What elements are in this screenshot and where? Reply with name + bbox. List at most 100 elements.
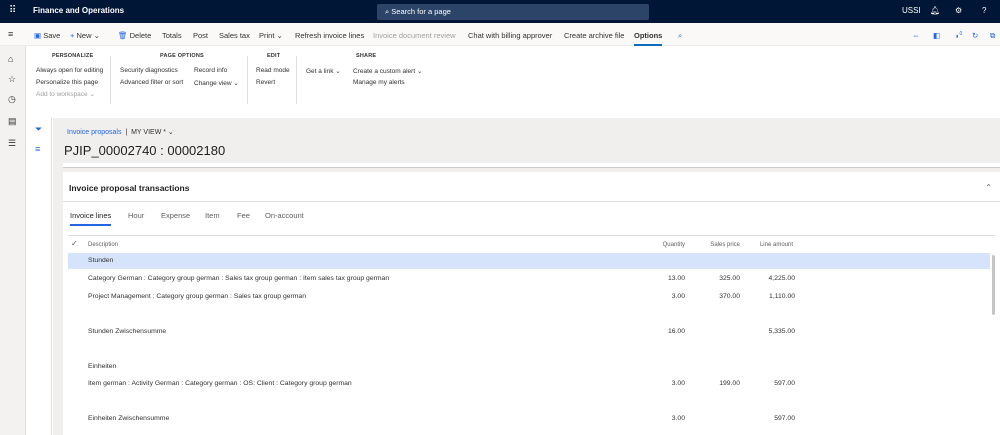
cell-description: Project Management : Category group germ… xyxy=(88,293,306,300)
table-row[interactable]: Category German : Category group german … xyxy=(68,271,990,287)
manage-my-alerts[interactable]: Manage my alerts xyxy=(353,79,405,86)
change-view-label: Change view xyxy=(194,80,232,87)
save-button[interactable]: ▣ Save xyxy=(34,31,60,40)
tab-options[interactable]: Options xyxy=(634,31,663,46)
action-pane: ≡ ▣ Save + New ⌄ 🗑︎ Delete Totals Post S… xyxy=(0,23,1000,46)
star-icon[interactable]: ☆ xyxy=(8,74,16,85)
gear-icon[interactable]: ⚙ xyxy=(955,6,962,15)
record-info[interactable]: Record info xyxy=(194,67,227,74)
table-row[interactable]: Item german : Activity German : Category… xyxy=(68,376,990,392)
advanced-filter-sort[interactable]: Advanced filter or sort xyxy=(120,79,183,86)
cell-quantity: 3.00 xyxy=(671,415,685,422)
invoice-document-review-button[interactable]: Invoice document review xyxy=(373,31,456,40)
post-button[interactable]: Post xyxy=(193,31,208,40)
revert[interactable]: Revert xyxy=(256,79,275,86)
tab-fee[interactable]: Fee xyxy=(237,211,250,220)
page-title: PJIP_00002740 : 00002180 xyxy=(64,143,226,158)
page-rail: ⏷ ≡ xyxy=(26,118,52,435)
vertical-scrollbar[interactable] xyxy=(992,255,995,315)
get-a-link[interactable]: Get a link ⌄ xyxy=(306,67,341,75)
breadcrumb-invoice-proposals[interactable]: Invoice proposals xyxy=(67,129,121,136)
totals-button[interactable]: Totals xyxy=(162,31,182,40)
company-picker[interactable]: USSI xyxy=(902,6,921,15)
table-row[interactable]: Stunden Zwischensumme 16.00 5,335.00 xyxy=(68,324,990,340)
search-input[interactable]: ⌕ Search for a page xyxy=(377,4,649,20)
divider xyxy=(296,56,297,104)
refresh-invoice-lines-button[interactable]: Refresh invoice lines xyxy=(295,31,364,40)
workspace-icon[interactable]: ▤ xyxy=(8,116,17,127)
save-icon: ▣ xyxy=(34,31,42,40)
new-button[interactable]: + New ⌄ xyxy=(70,31,100,40)
table-row[interactable]: Einheiten xyxy=(68,359,990,375)
cell-description: Category German : Category group german … xyxy=(88,275,390,282)
cell-quantity: 3.00 xyxy=(671,293,685,300)
divider xyxy=(247,56,248,104)
table-row[interactable]: Einheiten Zwischensumme 3.00 597.00 xyxy=(68,411,990,427)
cell-amount: 5,335.00 xyxy=(768,328,795,335)
column-header-description[interactable]: Description xyxy=(88,242,118,248)
bell-icon[interactable]: 🔔︎ xyxy=(930,6,940,15)
view-label: MY VIEW * xyxy=(131,129,166,136)
list-icon[interactable]: ≡ xyxy=(35,144,40,154)
print-button[interactable]: Print ⌄ xyxy=(259,31,283,40)
delete-button[interactable]: 🗑︎ Delete xyxy=(118,31,151,40)
always-open-editing[interactable]: Always open for editing xyxy=(36,67,103,74)
home-icon[interactable]: ⌂ xyxy=(8,54,13,64)
security-diagnostics[interactable]: Security diagnostics xyxy=(120,67,178,74)
column-header-quantity[interactable]: Quantity xyxy=(628,242,685,248)
tab-on-account[interactable]: On-account xyxy=(265,211,304,220)
app-launcher-icon[interactable]: ⠿ xyxy=(9,5,16,16)
chat-billing-approver-button[interactable]: Chat with billing approver xyxy=(468,31,552,40)
tab-invoice-lines[interactable]: Invoice lines xyxy=(70,211,112,226)
search-placeholder: Search for a page xyxy=(391,7,451,16)
tab-item[interactable]: Item xyxy=(205,211,220,220)
table-row[interactable]: Project Management : Category group germ… xyxy=(68,289,990,305)
messages-icon[interactable]: ◗0 xyxy=(955,31,962,41)
link-icon[interactable]: ⇔ xyxy=(912,31,920,40)
nav-rail: ⌂ ☆ ◷ ▤ ☰ xyxy=(0,46,26,435)
create-archive-file-button[interactable]: Create archive file xyxy=(564,31,624,40)
cell-description: Einheiten Zwischensumme xyxy=(88,415,170,422)
add-to-workspace-label: Add to workspace xyxy=(36,91,88,98)
open-new-window-icon[interactable]: ⧉ xyxy=(990,31,995,41)
add-to-workspace[interactable]: Add to workspace ⌄ xyxy=(36,90,95,98)
delete-label: Delete xyxy=(129,31,152,40)
header-strip xyxy=(63,163,1000,168)
help-icon[interactable]: ? xyxy=(982,6,986,15)
filter-icon[interactable]: ⏷ xyxy=(35,124,42,135)
search-actions-icon[interactable]: ⌕ xyxy=(678,31,682,41)
create-custom-alert-label: Create a custom alert xyxy=(353,68,416,75)
read-mode[interactable]: Read mode xyxy=(256,67,290,74)
table-row[interactable]: Stunden xyxy=(68,253,990,269)
clock-icon[interactable]: ◷ xyxy=(8,94,16,105)
change-view[interactable]: Change view ⌄ xyxy=(194,79,239,87)
invoice-lines-grid: ✓ Description Quantity Sales price Line … xyxy=(68,235,995,435)
breadcrumb: Invoice proposals | MY VIEW * ⌄ xyxy=(67,129,174,136)
personalize-page[interactable]: Personalize this page xyxy=(36,79,98,86)
refresh-icon[interactable]: ↻ xyxy=(972,31,978,40)
cell-description: Stunden Zwischensumme xyxy=(88,328,167,335)
create-custom-alert[interactable]: Create a custom alert ⌄ xyxy=(353,67,422,75)
sales-tax-button[interactable]: Sales tax xyxy=(219,31,250,40)
column-header-sales-price[interactable]: Sales price xyxy=(688,242,740,248)
invoice-transactions-section: Invoice proposal transactions ⌃ Invoice … xyxy=(63,172,1000,435)
group-edit-header: EDIT xyxy=(267,53,281,59)
modules-list-icon[interactable]: ☰ xyxy=(8,138,16,149)
app-title: Finance and Operations xyxy=(33,6,125,15)
options-ribbon: PERSONALIZE Always open for editing Pers… xyxy=(26,46,1000,108)
notification-badge: 0 xyxy=(959,31,963,37)
hamburger-icon[interactable]: ≡ xyxy=(8,29,13,39)
trash-icon: 🗑︎ xyxy=(118,31,128,40)
tab-expense[interactable]: Expense xyxy=(161,211,190,220)
top-bar: ⠿ Finance and Operations ⌕ Search for a … xyxy=(0,0,1000,23)
view-selector[interactable]: MY VIEW * ⌄ xyxy=(131,129,174,136)
column-header-line-amount[interactable]: Line amount xyxy=(738,242,793,248)
tab-hour[interactable]: Hour xyxy=(128,211,144,220)
office-icon[interactable]: ◧ xyxy=(933,31,940,40)
content-area: Invoice proposals | MY VIEW * ⌄ PJIP_000… xyxy=(53,118,1000,435)
cell-price: 370.00 xyxy=(719,293,740,300)
chevron-up-icon[interactable]: ⌃ xyxy=(985,183,992,192)
cell-amount: 597.00 xyxy=(774,380,795,387)
cell-description: Stunden xyxy=(88,257,114,264)
select-all-checkmark-icon[interactable]: ✓ xyxy=(71,239,78,248)
